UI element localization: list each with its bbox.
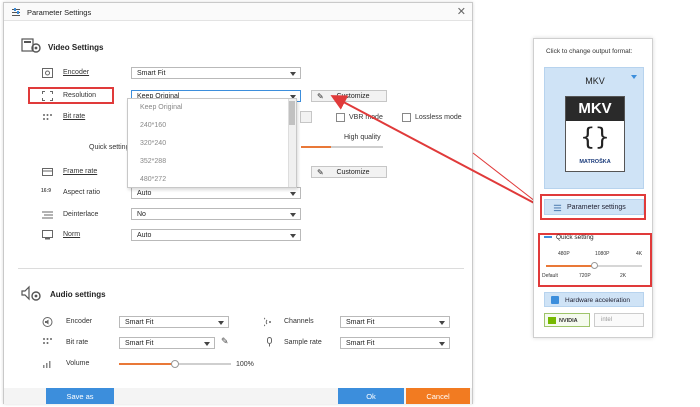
annotation-arrow-thin <box>472 152 541 206</box>
tick-2k: 2K <box>620 273 627 279</box>
tick-4k: 4K <box>636 251 643 257</box>
intel-badge: intel <box>594 313 644 327</box>
chip-icon <box>551 296 559 304</box>
output-format-panel: Click to change output format: MKV MKV {… <box>533 38 653 338</box>
quick-setting-fill <box>546 265 594 267</box>
parameter-settings-button[interactable]: Parameter settings <box>544 199 644 215</box>
nvidia-logo-icon <box>548 317 556 324</box>
tick-1080p: 1080P <box>595 251 610 257</box>
intel-label: intel <box>601 317 613 323</box>
format-name: MKV <box>585 76 605 86</box>
annotation-arrow <box>330 95 539 206</box>
quick-setting-knob[interactable] <box>591 262 598 269</box>
settings-sliders-icon <box>553 204 562 212</box>
braces-icon: {} <box>580 123 610 151</box>
format-card[interactable]: MKV MKV {} MATROŠKA <box>544 67 644 189</box>
slider-mini-icon <box>544 236 552 238</box>
mkv-logo: MKV {} MATROŠKA <box>565 96 625 172</box>
parameter-settings-label: Parameter settings <box>567 204 626 211</box>
chevron-down-icon <box>631 75 637 79</box>
output-format-header: Click to change output format: <box>546 48 633 55</box>
tick-720p: 720P <box>579 273 591 279</box>
hardware-acceleration-button[interactable]: Hardware acceleration <box>544 292 644 307</box>
tick-default: Default <box>542 273 558 279</box>
mkv-logo-text: MKV <box>578 100 612 117</box>
nvidia-badge: NVIDIA <box>544 313 590 327</box>
matroska-text: MATROŠKA <box>579 159 611 165</box>
quick-setting-label: Quick setting <box>556 234 594 241</box>
tick-480p: 480P <box>558 251 570 257</box>
nvidia-label: NVIDIA <box>559 318 578 324</box>
hardware-acceleration-label: Hardware acceleration <box>565 297 631 304</box>
